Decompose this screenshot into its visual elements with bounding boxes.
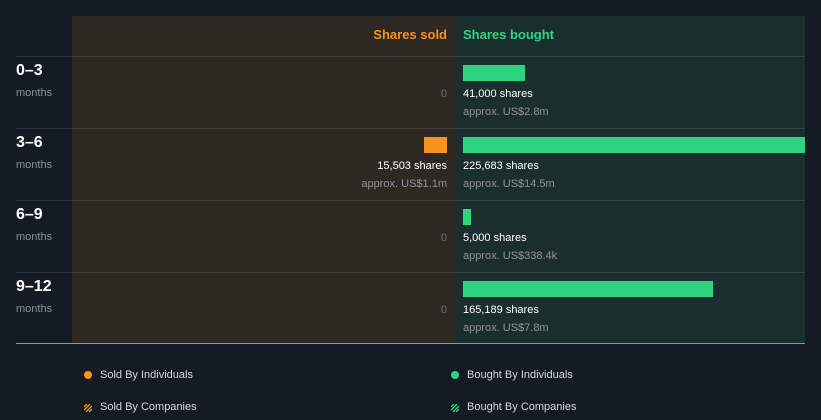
sold-bar <box>424 137 447 153</box>
legend-label: Bought By Individuals <box>467 369 573 381</box>
bought-bar <box>463 137 805 153</box>
bought-value-label: 5,000 shares <box>463 232 527 244</box>
period-label: 9–12 <box>16 278 52 295</box>
bought-value-label: 165,189 shares <box>463 304 539 316</box>
period-label: 3–6 <box>16 134 43 151</box>
period-unit: months <box>16 303 53 315</box>
legend-bought-companies: Bought By Companies <box>450 401 577 413</box>
legend-sold-individuals: Sold By Individuals <box>84 369 193 381</box>
shares-sold-header: Shares sold <box>373 27 447 42</box>
bought-bar <box>463 65 525 81</box>
bought-value-label: 41,000 shares <box>463 88 533 100</box>
orange-dot-icon <box>84 371 92 379</box>
bought-approx-label: approx. US$14.5m <box>463 178 555 190</box>
sold-zero-label: 0 <box>440 88 447 100</box>
sold-zero-label: 0 <box>440 304 447 316</box>
legend-label: Bought By Companies <box>467 401 577 413</box>
legend-sold-companies: Sold By Companies <box>83 401 197 413</box>
row-separator <box>16 128 805 129</box>
green-dot-icon <box>451 371 459 379</box>
bought-approx-label: approx. US$2.8m <box>463 106 549 118</box>
green-hatch-icon <box>450 403 460 413</box>
legend-label: Sold By Companies <box>100 401 197 413</box>
sold-value-label: 15,503 shares <box>377 160 447 172</box>
period-label: 0–3 <box>16 62 43 79</box>
legend-bought-individuals: Bought By Individuals <box>451 369 573 381</box>
sold-zero-label: 0 <box>440 232 447 244</box>
insider-trading-chart: Shares sold Shares bought 0–3 months 0 41,0… <box>0 0 821 420</box>
period-label: 6–9 <box>16 206 43 223</box>
bought-approx-label: approx. US$338.4k <box>463 250 558 262</box>
legend-label: Sold By Individuals <box>100 369 193 381</box>
sold-approx-label: approx. US$1.1m <box>361 178 447 190</box>
row-separator <box>16 200 805 201</box>
orange-hatch-icon <box>83 403 93 413</box>
bought-bar <box>463 281 713 297</box>
bought-approx-label: approx. US$7.8m <box>463 322 549 334</box>
period-unit: months <box>16 87 53 99</box>
baseline <box>16 343 805 344</box>
shares-bought-header: Shares bought <box>463 27 555 42</box>
period-unit: months <box>16 159 53 171</box>
bought-bar <box>463 209 471 225</box>
row-separator <box>16 272 805 273</box>
period-unit: months <box>16 231 53 243</box>
row-separator <box>16 56 805 57</box>
bought-value-label: 225,683 shares <box>463 160 539 172</box>
